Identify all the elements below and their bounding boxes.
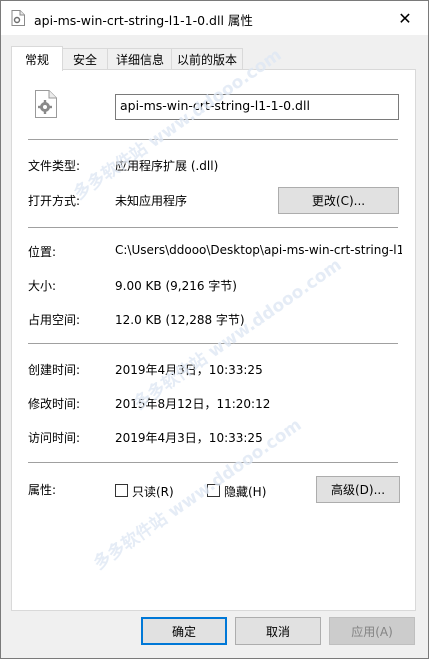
location-label: 位置: xyxy=(28,245,57,259)
close-button[interactable]: ✕ xyxy=(382,1,428,35)
file-name-input[interactable]: api-ms-win-crt-string-l1-1-0.dll xyxy=(115,94,399,120)
ok-button[interactable]: 确定 xyxy=(141,617,227,645)
open-with-value: 未知应用程序 xyxy=(115,194,188,208)
title-bar[interactable]: api-ms-win-crt-string-l1-1-0.dll 属性 ✕ xyxy=(1,1,428,35)
tab-security[interactable]: 安全 xyxy=(61,48,109,70)
file-type-label: 文件类型: xyxy=(28,159,81,173)
open-with-label: 打开方式: xyxy=(28,194,81,208)
advanced-button[interactable]: 高级(D)... xyxy=(316,476,400,503)
location-value: C:\Users\ddooo\Desktop\api-ms-win-crt-st… xyxy=(115,243,402,257)
separator xyxy=(28,139,398,140)
tab-previous-versions[interactable]: 以前的版本 xyxy=(171,48,243,70)
created-label: 创建时间: xyxy=(28,363,81,377)
separator xyxy=(28,343,398,344)
separator xyxy=(28,227,398,228)
readonly-checkbox[interactable] xyxy=(115,484,128,497)
window-title: api-ms-win-crt-string-l1-1-0.dll 属性 xyxy=(34,13,253,28)
dll-file-gear-icon xyxy=(35,90,57,118)
tab-details[interactable]: 详细信息 xyxy=(107,48,173,70)
size-value: 9.00 KB (9,216 字节) xyxy=(115,279,237,293)
modified-value: 2015年8月12日，11:20:12 xyxy=(115,397,271,411)
dll-file-icon xyxy=(11,10,25,26)
change-button[interactable]: 更改(C)... xyxy=(278,187,399,214)
properties-window: api-ms-win-crt-string-l1-1-0.dll 属性 ✕ 常规… xyxy=(0,0,429,659)
attributes-label: 属性: xyxy=(28,483,57,497)
separator xyxy=(28,462,398,463)
modified-label: 修改时间: xyxy=(28,397,81,411)
accessed-label: 访问时间: xyxy=(28,431,81,445)
cancel-button[interactable]: 取消 xyxy=(235,617,321,645)
apply-button[interactable]: 应用(A) xyxy=(329,617,415,645)
hidden-checkbox-label[interactable]: 隐藏(H) xyxy=(224,483,266,500)
size-label: 大小: xyxy=(28,279,57,293)
watermark: 多多软件站 www.ddooo.com xyxy=(130,255,346,415)
readonly-checkbox-label[interactable]: 只读(R) xyxy=(132,483,174,500)
size-on-disk-label: 占用空间: xyxy=(28,313,81,327)
size-on-disk-value: 12.0 KB (12,288 字节) xyxy=(115,313,245,327)
general-tab-panel: api-ms-win-crt-string-l1-1-0.dll 文件类型: 应… xyxy=(11,45,416,611)
accessed-value: 2019年4月3日，10:33:25 xyxy=(115,431,263,445)
hidden-checkbox[interactable] xyxy=(207,484,220,497)
file-type-value: 应用程序扩展 (.dll) xyxy=(115,159,219,173)
tab-general[interactable]: 常规 xyxy=(11,46,63,71)
close-icon: ✕ xyxy=(398,8,412,28)
created-value: 2019年4月3日，10:33:25 xyxy=(115,363,263,377)
